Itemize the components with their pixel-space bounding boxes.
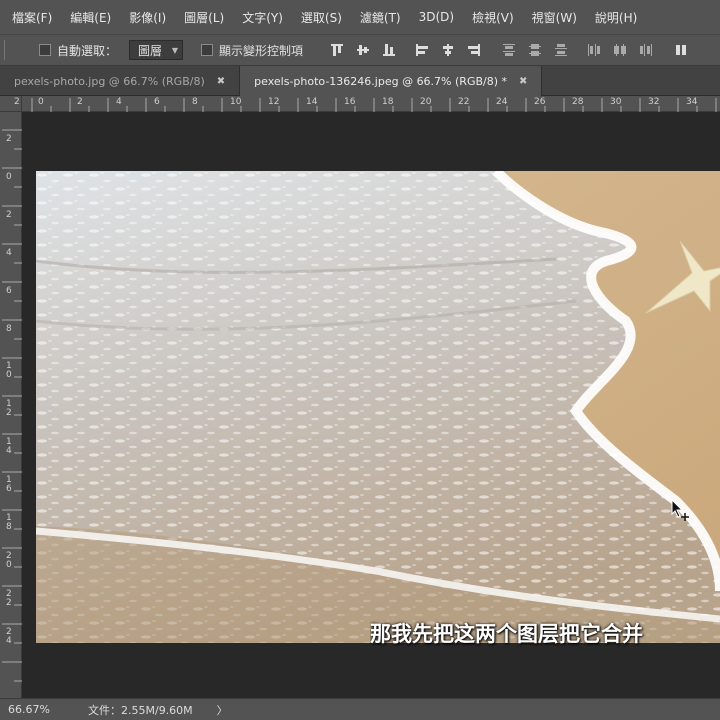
- menu-type[interactable]: 文字(Y): [233, 9, 292, 26]
- align-vertical-center-icon[interactable]: [355, 42, 371, 58]
- menu-file[interactable]: 檔案(F): [0, 9, 61, 26]
- ruler-h-label: 34: [686, 97, 698, 107]
- align-horizontal-center-icon[interactable]: [440, 42, 456, 58]
- vertical-ruler[interactable]: 2 0 2 4 6 8 10 12 14 16 18 20 22 24: [0, 112, 22, 698]
- menu-select[interactable]: 選取(S): [292, 9, 351, 26]
- auto-align-layers-icon[interactable]: [673, 42, 689, 58]
- beach-photo[interactable]: [36, 171, 720, 643]
- ruler-v-label: 14: [6, 437, 12, 456]
- ruler-h-label: 30: [610, 97, 622, 107]
- ruler-h-label: 6: [154, 97, 160, 107]
- menu-layer[interactable]: 圖層(L): [175, 9, 233, 26]
- menu-view[interactable]: 檢視(V): [463, 9, 523, 26]
- tab-label: pexels-photo-136246.jpeg @ 66.7% (RGB/8)…: [254, 74, 508, 88]
- align-bottom-icon[interactable]: [381, 42, 397, 58]
- show-transform-checkbox[interactable]: [201, 44, 214, 56]
- ruler-h-label: 4: [116, 97, 122, 107]
- zoom-level[interactable]: 66.67%: [8, 703, 78, 716]
- menu-filter[interactable]: 濾鏡(T): [351, 9, 410, 26]
- status-menu-arrow-icon[interactable]: 〉: [217, 702, 228, 718]
- ruler-v-label: 12: [6, 399, 12, 418]
- video-subtitle: 那我先把这两个图层把它合并: [370, 622, 643, 646]
- ruler-v-label: 24: [6, 627, 12, 646]
- ruler-h-label: 20: [420, 97, 432, 107]
- ruler-v-label: 8: [6, 324, 12, 334]
- close-icon[interactable]: ✖: [217, 76, 225, 87]
- ruler-h-label: 24: [496, 97, 508, 107]
- align-right-icon[interactable]: [466, 42, 482, 58]
- auto-select-dropdown[interactable]: 圖層 ▼: [129, 40, 184, 60]
- options-bar: 自動選取： 圖層 ▼ 顯示變形控制項: [0, 34, 720, 66]
- menu-image[interactable]: 影像(I): [120, 9, 175, 26]
- menu-edit[interactable]: 編輯(E): [61, 9, 120, 26]
- ruler-v-label: 2: [6, 210, 12, 220]
- ruler-h-label: 18: [382, 97, 394, 107]
- show-transform-label: 顯示變形控制項: [219, 43, 304, 58]
- distribute-top-icon[interactable]: [501, 42, 517, 58]
- ruler-h-label: 14: [306, 97, 318, 107]
- distribute-left-icon[interactable]: [586, 42, 602, 58]
- ruler-h-label: 0: [38, 97, 44, 107]
- ruler-v-label: 2: [6, 134, 12, 144]
- ruler-v-label: 10: [6, 361, 12, 380]
- distribute-vertical-center-icon[interactable]: [527, 42, 543, 58]
- menu-bar: 檔案(F) 編輯(E) 影像(I) 圖層(L) 文字(Y) 選取(S) 濾鏡(T…: [0, 0, 720, 34]
- ruler-v-label: 0: [6, 172, 12, 182]
- ruler-v-label: 6: [6, 286, 12, 296]
- ruler-v-label: 18: [6, 513, 12, 532]
- close-icon[interactable]: ✖: [519, 76, 527, 87]
- document-size: 文件：2.55M/9.60M: [88, 703, 193, 717]
- menu-3d[interactable]: 3D(D): [410, 10, 463, 24]
- canvas-area[interactable]: [22, 112, 720, 698]
- status-bar: 66.67% 文件：2.55M/9.60M 〉: [0, 698, 720, 720]
- ruler-v-label: 16: [6, 475, 12, 494]
- ruler-h-label: 10: [230, 97, 242, 107]
- ruler-h-label: 28: [572, 97, 584, 107]
- ruler-h-label: 8: [192, 97, 198, 107]
- distribute-right-icon[interactable]: [638, 42, 654, 58]
- align-left-icon[interactable]: [414, 42, 430, 58]
- move-cursor-icon: [671, 499, 689, 521]
- menu-help[interactable]: 說明(H): [586, 9, 646, 26]
- auto-select-label: 自動選取：: [57, 43, 118, 58]
- menu-window[interactable]: 視窗(W): [523, 9, 586, 26]
- auto-select-value: 圖層: [138, 43, 163, 58]
- align-top-icon[interactable]: [329, 42, 345, 58]
- chevron-down-icon: ▼: [171, 45, 179, 55]
- document-tab-bar: pexels-photo.jpg @ 66.7% (RGB/8) ✖ pexel…: [0, 66, 720, 96]
- ruler-h-label: 2: [14, 97, 20, 107]
- horizontal-ruler[interactable]: 2 0 2 4 6 8 10 12 14 16 18 20 22 24 26 2…: [14, 96, 720, 112]
- distribute-horizontal-center-icon[interactable]: [612, 42, 628, 58]
- ruler-h-label: 12: [268, 97, 280, 107]
- tab-label: pexels-photo.jpg @ 66.7% (RGB/8): [14, 74, 205, 88]
- tab-pexels-photo-136246[interactable]: pexels-photo-136246.jpeg @ 66.7% (RGB/8)…: [240, 66, 543, 96]
- ruler-h-label: 32: [648, 97, 660, 107]
- tab-pexels-photo[interactable]: pexels-photo.jpg @ 66.7% (RGB/8) ✖: [0, 66, 241, 96]
- ruler-v-label: 20: [6, 551, 12, 570]
- ruler-h-label: 22: [458, 97, 470, 107]
- options-grip: [4, 40, 19, 60]
- ruler-v-label: 4: [6, 248, 12, 258]
- ruler-h-label: 16: [344, 97, 356, 107]
- ruler-h-label: 26: [534, 97, 546, 107]
- auto-select-checkbox[interactable]: [39, 44, 51, 56]
- ruler-h-label: 2: [77, 97, 83, 107]
- distribute-bottom-icon[interactable]: [553, 42, 569, 58]
- ruler-v-label: 22: [6, 589, 12, 608]
